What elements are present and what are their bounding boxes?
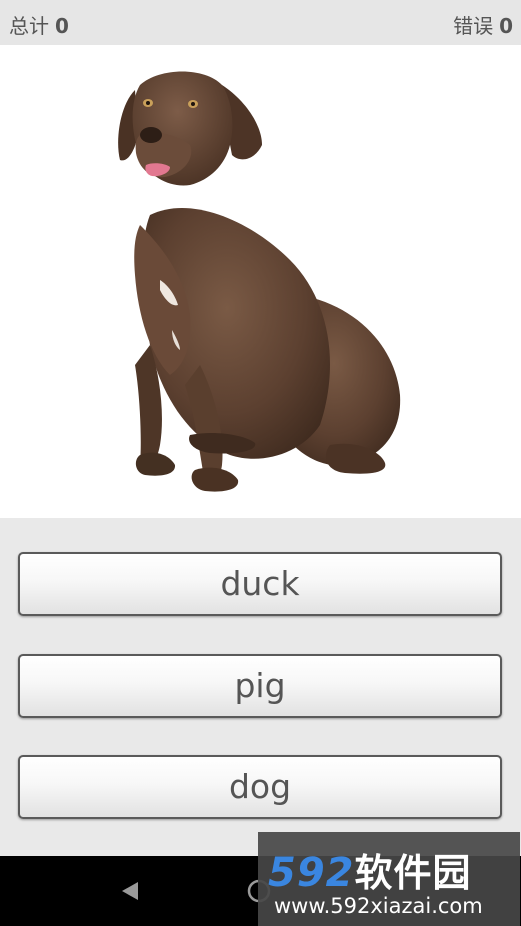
answer-button-dog[interactable]: dog [18, 755, 502, 819]
errors-label: 错误 [453, 14, 494, 38]
total-score: 总计 0 [9, 10, 69, 39]
score-bar: 总计 0 错误 0 [0, 0, 521, 45]
answer-button-pig[interactable]: pig [18, 654, 502, 718]
errors-value: 0 [499, 14, 513, 38]
watermark-text: 软件园 [354, 851, 472, 895]
total-value: 0 [55, 14, 69, 38]
watermark-number: 592 [268, 850, 355, 896]
dog-picture [118, 71, 401, 492]
app-screen: 总计 0 错误 0 duck pig dog 592软件园 www.592xia… [0, 0, 521, 926]
watermark-logo: 592软件园 www.592xiazai.com [258, 832, 520, 926]
answer-button-duck[interactable]: duck [18, 552, 502, 616]
watermark-url: www.592xiazai.com [274, 894, 483, 918]
total-label: 总计 [9, 14, 49, 38]
error-score: 错误 0 [453, 10, 513, 39]
question-picture [0, 45, 521, 518]
back-icon[interactable] [118, 880, 142, 902]
